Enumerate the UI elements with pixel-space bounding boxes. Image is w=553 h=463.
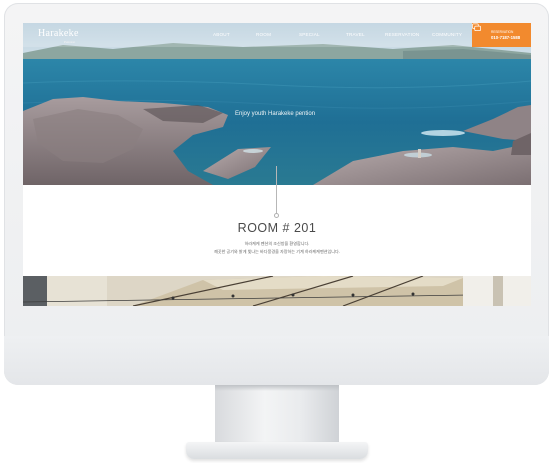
coast-photo [23, 23, 531, 185]
nav-special[interactable]: SPECIAL [299, 32, 320, 37]
nav-reservation[interactable]: RESERVATION [385, 32, 419, 37]
nav-community[interactable]: COMMUNITY [432, 32, 462, 37]
top-navigation-bar: Harakeke Pension ABOUT ROOM SPECIAL TRAV… [23, 23, 531, 47]
nav-about[interactable]: ABOUT [213, 32, 230, 37]
reservation-label: RESERVATION [491, 30, 514, 34]
chat-icon [472, 23, 481, 32]
interior-image [23, 276, 531, 306]
hero-tagline: Enjoy youth Harakeke pention [235, 111, 316, 117]
site-logo-subtitle: Pension [64, 40, 76, 44]
screen: Harakeke Pension ABOUT ROOM SPECIAL TRAV… [23, 23, 531, 306]
reservation-button[interactable]: RESERVATION 010-7187-1588 [472, 23, 531, 47]
monitor-stand-base [186, 442, 368, 459]
reservation-phone: 010-7187-1588 [491, 35, 521, 40]
nav-travel[interactable]: TRAVEL [346, 32, 365, 37]
room-description-line-2: 깨끗한 공기와 밝게 빛나는 바다풍경을 자랑하는 기계 하라케케펜션입니다. [214, 249, 340, 254]
divider-line [276, 166, 277, 216]
site-logo[interactable]: Harakeke [38, 28, 79, 39]
hero-image: Harakeke Pension ABOUT ROOM SPECIAL TRAV… [23, 23, 531, 185]
divider-dot [274, 213, 279, 218]
room-title: ROOM # 201 [237, 221, 317, 235]
room-interior-photo [23, 276, 531, 306]
room-description-line-1: 하라케케 펜션의 조신방을 환영합니다. [244, 241, 310, 246]
nav-room[interactable]: ROOM [256, 32, 271, 37]
monitor-stand-neck [215, 385, 339, 445]
monitor-chin [4, 336, 549, 385]
stand-shadow [215, 385, 339, 391]
